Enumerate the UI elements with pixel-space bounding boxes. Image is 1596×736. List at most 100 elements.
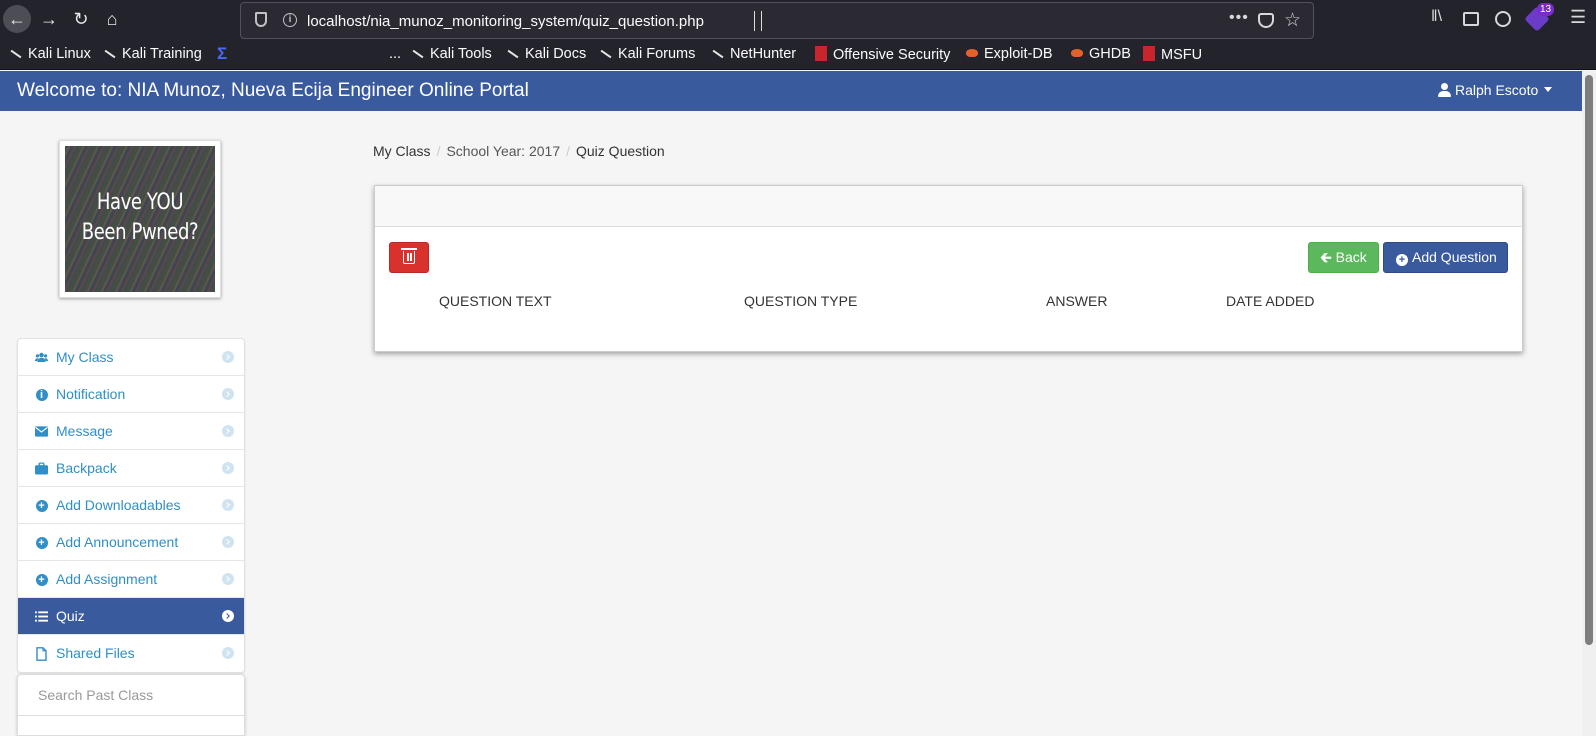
kali-dragon-icon: [712, 49, 724, 59]
sidebar-item-my-class[interactable]: My Class: [18, 339, 244, 376]
back-button[interactable]: 🡰 Back: [1308, 242, 1379, 273]
bookmark-kali-linux[interactable]: Kali Linux: [10, 46, 91, 62]
column-header-date-added[interactable]: DATE ADDED: [1226, 293, 1314, 309]
bookmark-label: Kali Training: [122, 46, 202, 62]
column-header-question-text[interactable]: QUESTION TEXT: [439, 293, 552, 309]
kali-dragon-icon: [10, 49, 22, 59]
chevron-circle-right-icon: [222, 647, 234, 659]
sidebar-item-add-announcement[interactable]: Add Announcement: [18, 524, 244, 561]
bookmark-label: Kali Docs: [525, 46, 587, 62]
reload-icon[interactable]: ↻: [67, 5, 95, 33]
sidebar-item-label: My Class: [56, 349, 114, 365]
bookmark-nethunter[interactable]: NetHunter: [712, 46, 796, 62]
chevron-circle-right-icon: [222, 536, 234, 548]
sidebar-nav: My Class Notification Message Backpack A…: [17, 338, 245, 673]
url-bar[interactable]: i localhost/nia_munoz_monitoring_system/…: [240, 2, 1314, 39]
info-circle-icon: [35, 388, 48, 402]
search-past-class-placeholder: Search Past Class: [38, 687, 154, 703]
breadcrumb-divider: /: [436, 143, 441, 159]
banner-line-1: Have YOU: [96, 190, 184, 215]
sigma-icon[interactable]: Σ: [217, 44, 227, 64]
bookmark-overflow[interactable]: ...: [389, 46, 401, 62]
bookmark-kali-docs[interactable]: Kali Docs: [507, 46, 586, 62]
add-question-button[interactable]: + Add Question: [1383, 242, 1508, 273]
bookmark-label: Kali Tools: [430, 46, 492, 62]
sidebar-item-shared-files[interactable]: Shared Files: [18, 635, 244, 672]
sidebar-item-label: Notification: [56, 386, 126, 402]
sidebar-toggle-icon[interactable]: [1463, 12, 1479, 26]
list-icon: [35, 610, 48, 623]
more-actions-icon[interactable]: •••: [1229, 9, 1249, 27]
bookmark-kali-training[interactable]: Kali Training: [104, 46, 202, 62]
column-header-question-type[interactable]: QUESTION TYPE: [744, 293, 857, 309]
url-text[interactable]: localhost/nia_munoz_monitoring_system/qu…: [307, 13, 704, 30]
column-header-answer[interactable]: ANSWER: [1046, 293, 1107, 309]
kali-dragon-icon: [600, 49, 612, 59]
extension-badge: 13: [1537, 3, 1555, 16]
envelope-icon: [35, 425, 48, 438]
user-name: Ralph Escoto: [1455, 82, 1539, 98]
search-past-class[interactable]: Search Past Class: [17, 674, 245, 736]
pocket-icon[interactable]: [1258, 13, 1274, 28]
breadcrumb-current: Quiz Question: [576, 143, 665, 159]
bookmark-offensive-security[interactable]: Offensive Security: [815, 46, 950, 63]
users-icon: [35, 351, 48, 364]
breadcrumb: My Class / School Year: 2017 / Quiz Question: [373, 143, 665, 159]
sidebar-item-label: Message: [56, 423, 113, 439]
library-icon[interactable]: ‖\: [1431, 8, 1442, 26]
chevron-circle-right-icon: [222, 462, 234, 474]
sidebar-item-label: Add Announcement: [56, 534, 179, 550]
breadcrumb-my-class[interactable]: My Class: [373, 143, 431, 159]
shield-icon[interactable]: [255, 12, 267, 27]
quiz-question-panel: 🡰 Back + Add Question QUESTION TEXT QUESTI…: [374, 185, 1523, 352]
kali-dragon-icon: [507, 49, 519, 59]
account-icon[interactable]: [1495, 11, 1511, 27]
kali-dragon-icon: [104, 49, 116, 59]
sidebar-item-add-assignment[interactable]: Add Assignment: [18, 561, 244, 598]
sidebar-item-notification[interactable]: Notification: [18, 376, 244, 413]
sidebar-item-label: Add Assignment: [56, 571, 158, 587]
page-scrollbar[interactable]: [1582, 71, 1596, 736]
bookmark-label: Exploit-DB: [984, 46, 1053, 62]
chevron-circle-right-icon: [222, 425, 234, 437]
bookmark-star-icon[interactable]: ☆: [1284, 9, 1301, 32]
sidebar-item-label: Add Downloadables: [56, 497, 181, 513]
scrollbar-thumb[interactable]: [1585, 75, 1593, 645]
plus-circle-icon: [35, 536, 48, 550]
sidebar-item-backpack[interactable]: Backpack: [18, 450, 244, 487]
bookmarks-bar: Kali Linux Kali Training Σ ... Kali Tool…: [0, 39, 1596, 70]
bookmark-exploit-db[interactable]: Exploit-DB: [966, 46, 1053, 62]
offsec-icon: [815, 46, 827, 61]
text-cursor-icon: [754, 11, 762, 31]
ghdb-icon: [1071, 49, 1083, 57]
breadcrumb-school-year[interactable]: School Year: 2017: [446, 143, 560, 159]
bookmark-kali-tools[interactable]: Kali Tools: [412, 46, 492, 62]
file-icon: [35, 646, 48, 661]
sidebar-item-message[interactable]: Message: [18, 413, 244, 450]
sidebar-item-label: Shared Files: [56, 645, 135, 661]
user-menu[interactable]: Ralph Escoto: [1438, 82, 1553, 98]
home-icon[interactable]: ⌂: [98, 5, 126, 33]
delete-button[interactable]: [389, 242, 429, 273]
user-icon: [1438, 83, 1451, 97]
forward-arrow-icon[interactable]: →: [35, 5, 63, 33]
bookmark-ghdb[interactable]: GHDB: [1071, 46, 1131, 62]
info-icon[interactable]: i: [283, 13, 297, 27]
msfu-icon: [1143, 46, 1155, 61]
banner-text: Have YOU Been Pwned?: [79, 188, 202, 248]
bookmark-kali-forums[interactable]: Kali Forums: [600, 46, 695, 62]
arrow-left-icon: 🡰: [1320, 249, 1332, 265]
sidebar-item-quiz[interactable]: Quiz: [18, 598, 244, 635]
profile-banner: Have YOU Been Pwned?: [59, 140, 221, 298]
sidebar-item-label: Backpack: [56, 460, 117, 476]
sidebar-item-add-downloadables[interactable]: Add Downloadables: [18, 487, 244, 524]
plus-circle-icon: [35, 499, 48, 513]
back-arrow-icon[interactable]: ←: [3, 5, 31, 33]
app-title: Welcome to: NIA Munoz, Nueva Ecija Engin…: [17, 80, 529, 101]
bookmark-msfu[interactable]: MSFU: [1143, 46, 1202, 63]
app-header: Welcome to: NIA Munoz, Nueva Ecija Engin…: [0, 71, 1582, 111]
trash-icon: [401, 248, 417, 264]
caret-down-icon: [1544, 87, 1553, 92]
hamburger-menu-icon[interactable]: ☰: [1570, 7, 1586, 28]
chevron-circle-right-icon: [222, 388, 234, 400]
